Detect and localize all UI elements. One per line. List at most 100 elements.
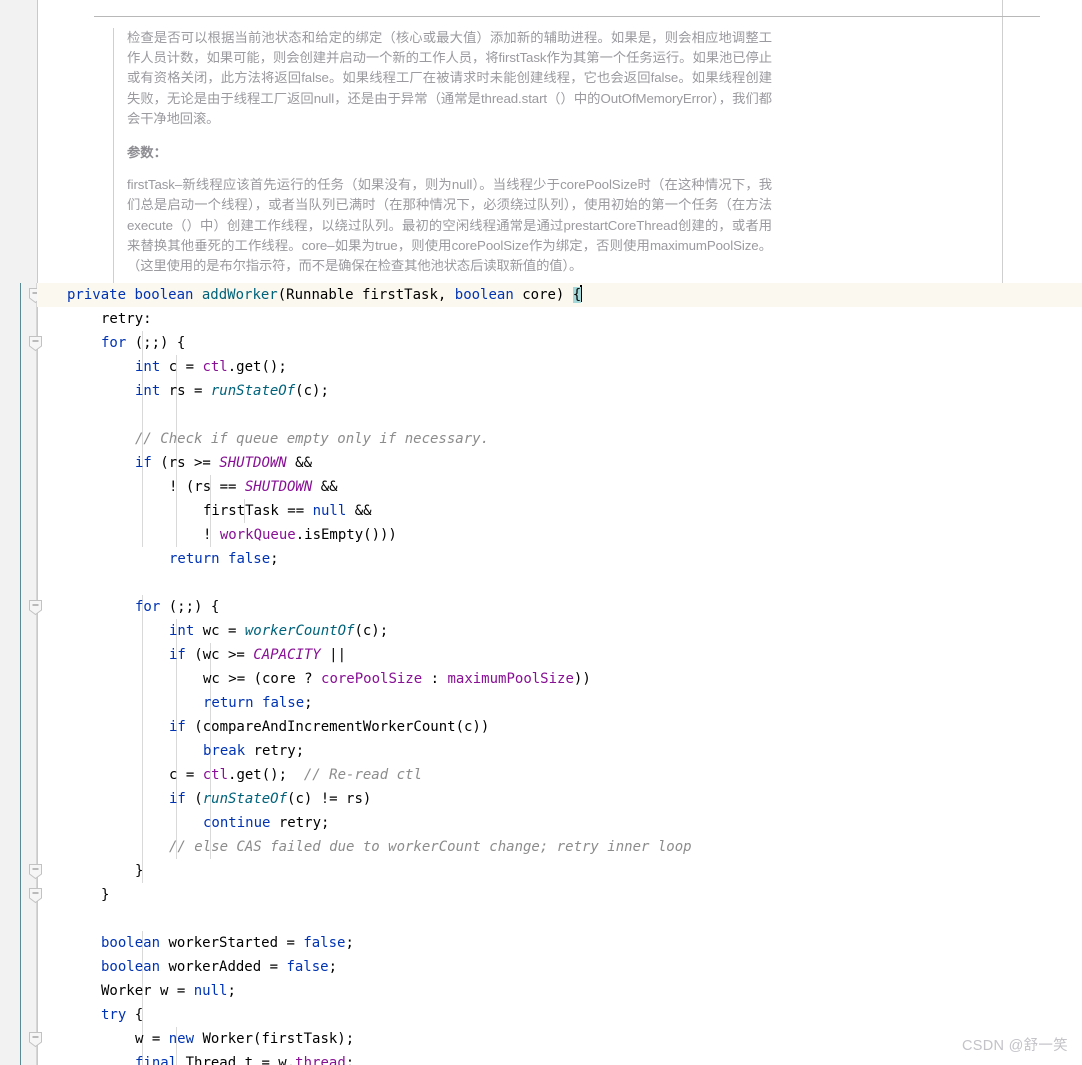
line-if-wc-capacity[interactable]: if (wc >= CAPACITY || (37, 643, 1082, 667)
code-token: ( (185, 791, 203, 807)
line-reread-ctl[interactable]: c = ctl.get(); // Re-read ctl (37, 763, 1082, 787)
editor-gutter[interactable] (0, 283, 38, 1065)
line-workqueue-isempty[interactable]: ! workQueue.isEmpty())) (37, 523, 1082, 547)
code-token: ctl (202, 359, 228, 375)
line-wc-core-pool[interactable]: wc >= (core ? corePoolSize : maximumPool… (37, 667, 1082, 691)
line-comment-queue[interactable]: // Check if queue empty only if necessar… (37, 427, 1082, 451)
code-token: Worker w = (101, 983, 194, 999)
code-token: SHUTDOWN (219, 455, 287, 471)
code-token: CAPACITY (253, 647, 321, 663)
line-for-inner[interactable]: for (;;) { (37, 595, 1082, 619)
code-token: thread (295, 1055, 346, 1065)
code-token: false (286, 959, 329, 975)
code-token: null (312, 503, 347, 519)
line-not-rs-shutdown[interactable]: ! (rs == SHUTDOWN && (37, 475, 1082, 499)
line-int-rs[interactable]: int rs = runStateOf(c); (37, 379, 1082, 403)
line-continue-retry[interactable]: continue retry; (37, 811, 1082, 835)
code-token: ! (rs == (169, 479, 245, 495)
code-token: SHUTDOWN (244, 479, 313, 495)
line-return-false-1[interactable]: return false; (37, 547, 1082, 571)
code-token: w = (135, 1031, 169, 1047)
line-int-c[interactable]: int c = ctl.get(); (37, 355, 1082, 379)
line-return-false-2[interactable]: return false; (37, 691, 1082, 715)
code-token: retry: (101, 311, 152, 327)
line-worker-w-null[interactable]: Worker w = null; (37, 979, 1082, 1003)
code-token: false (262, 695, 305, 711)
line-signature[interactable]: private boolean addWorker(Runnable first… (37, 283, 1082, 307)
code-token: int (135, 359, 161, 375)
doc-description-paragraph: 检查是否可以根据当前池状态和给定的绑定（核心或最大值）添加新的辅助进程。如果是，… (127, 30, 772, 126)
line-try[interactable]: try { (37, 1003, 1082, 1027)
code-token: false (303, 935, 346, 951)
line-new-worker[interactable]: w = new Worker(firstTask); (37, 1027, 1082, 1051)
code-token: return (169, 551, 220, 567)
code-token: null (193, 983, 228, 999)
line-if-cas[interactable]: if (compareAndIncrementWorkerCount(c)) (37, 715, 1082, 739)
line-if-runstate-ne[interactable]: if (runStateOf(c) != rs) (37, 787, 1082, 811)
line-blank-2[interactable] (37, 571, 1082, 595)
code-token: ! (203, 527, 220, 543)
documentation-divider (94, 16, 1040, 17)
code-token: ; (227, 983, 236, 999)
code-token: // Re-read ctl (303, 767, 422, 783)
code-token: continue (203, 815, 271, 831)
code-token: Worker(firstTask); (194, 1031, 355, 1047)
code-token: return (203, 695, 254, 711)
code-token: wc >= (core ? (203, 671, 322, 687)
code-token: ; (304, 695, 313, 711)
code-token: retry; (270, 815, 330, 831)
line-int-wc[interactable]: int wc = workerCountOf(c); (37, 619, 1082, 643)
line-blank-3[interactable] (37, 907, 1082, 931)
documentation-popup: 检查是否可以根据当前池状态和给定的绑定（核心或最大值）添加新的辅助进程。如果是，… (38, 0, 1040, 343)
line-close-inner-for[interactable]: } (37, 859, 1082, 883)
code-token: private (67, 287, 135, 303)
line-close-outer-for[interactable]: } (37, 883, 1082, 907)
line-break-retry[interactable]: break retry; (37, 739, 1082, 763)
code-token: runStateOf (210, 383, 296, 399)
csdn-watermark: CSDN @舒一笑 (961, 1038, 1068, 1054)
code-token: } (135, 863, 144, 879)
code-token: { (572, 287, 582, 303)
code-token: .get(); (228, 767, 304, 783)
code-token: && (286, 455, 313, 471)
code-editor[interactable]: private boolean addWorker ( Runnable first… (0, 283, 1082, 1065)
line-if-rs-shutdown[interactable]: if (rs >= SHUTDOWN && (37, 451, 1082, 475)
code-token: addWorker (201, 287, 278, 303)
code-token: ; (328, 959, 338, 975)
code-token: boolean (101, 935, 161, 951)
line-firsttask-null[interactable]: firstTask == null && (37, 499, 1082, 523)
code-token: final (135, 1055, 178, 1065)
code-token: try (101, 1007, 127, 1023)
code-token: // else CAS failed due to workerCount ch… (169, 839, 692, 855)
code-token: retry; (245, 743, 305, 759)
code-token: ; (270, 551, 279, 567)
code-token: wc = (194, 623, 245, 639)
code-token: runStateOf (202, 791, 288, 807)
line-retry-label[interactable]: retry: (37, 307, 1082, 331)
code-token: Runnable (286, 287, 354, 303)
line-for-outer[interactable]: for (;;) { (37, 331, 1082, 355)
line-comment-cas-failed[interactable]: // else CAS failed due to workerCount ch… (37, 835, 1082, 859)
line-worker-added[interactable]: boolean workerAdded = false; (37, 955, 1082, 979)
code-token: int (169, 623, 195, 639)
code-token: )) (573, 671, 591, 687)
code-token: || (320, 647, 347, 663)
code-token: for (101, 335, 127, 351)
code-token: // Check if queue empty only if necessar… (135, 431, 490, 447)
code-token: } (101, 887, 110, 903)
code-token: boolean (134, 287, 202, 303)
code-token: maximumPoolSize (447, 671, 574, 687)
line-final-thread[interactable]: final Thread t = w.thread; (37, 1051, 1082, 1065)
line-blank-1[interactable] (37, 403, 1082, 427)
code-token: && (346, 503, 372, 519)
line-worker-started[interactable]: boolean workerStarted = false; (37, 931, 1082, 955)
code-lines[interactable]: private boolean addWorker ( Runnable first… (37, 283, 1082, 1065)
code-token: workerAdded = (160, 959, 287, 975)
code-token: (;;) { (160, 599, 220, 615)
code-token: : (422, 671, 448, 687)
code-token: (rs >= (151, 455, 220, 471)
code-token: Thread t = w. (177, 1055, 296, 1065)
doc-params-text: firstTask–新线程应该首先运行的任务（如果没有，则为null）。当线程少… (127, 177, 772, 274)
